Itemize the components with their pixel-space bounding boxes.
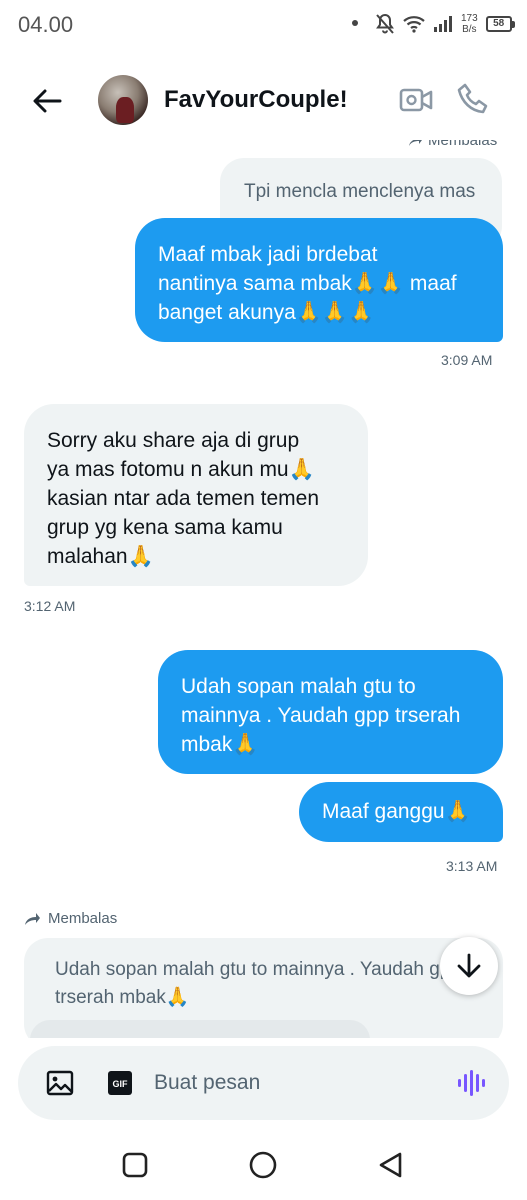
back-nav-icon[interactable] xyxy=(376,1150,406,1180)
conversation-header: FavYourCouple! xyxy=(0,60,527,140)
reply-indicator-label: Membalas xyxy=(48,910,118,927)
recent-apps-icon[interactable] xyxy=(120,1150,150,1180)
contact-name[interactable]: FavYourCouple! xyxy=(164,86,348,114)
gif-icon[interactable]: GIF xyxy=(107,1070,133,1096)
voice-message-icon[interactable] xyxy=(456,1068,486,1098)
message-bubble-received[interactable]: Sorry aku share aja di grup ya mas fotom… xyxy=(24,404,368,586)
message-text: Maaf ganggu🙏 xyxy=(322,800,471,823)
message-bubble-sent[interactable]: Maaf mbak jadi brdebat nantinya sama mba… xyxy=(135,218,503,342)
home-icon[interactable] xyxy=(248,1150,278,1180)
partial-message-bubble xyxy=(30,1020,370,1038)
message-text: Sorry aku share aja di grup ya mas fotom… xyxy=(47,429,319,568)
back-arrow-icon xyxy=(33,89,62,113)
signal-icon xyxy=(434,16,452,32)
arrow-down-icon xyxy=(457,953,481,978)
wifi-icon xyxy=(403,16,425,33)
reply-indicator-top: Membalas xyxy=(408,140,497,149)
message-timestamp: 3:13 AM xyxy=(446,858,498,874)
android-nav-bar xyxy=(0,1128,527,1200)
message-composer: GIF xyxy=(18,1046,509,1120)
network-speed: 173 B/s xyxy=(461,13,478,35)
back-button[interactable] xyxy=(28,82,66,120)
message-text: Udah sopan malah gtu to mainnya . Yaudah… xyxy=(181,675,461,756)
reply-indicator: Membalas xyxy=(24,910,117,927)
gif-label: GIF xyxy=(113,1079,129,1089)
network-speed-value: 173 xyxy=(461,13,478,24)
message-timestamp: 3:12 AM xyxy=(24,598,76,614)
mute-icon xyxy=(376,13,394,34)
avatar[interactable] xyxy=(98,75,148,125)
reply-indicator-label: Membalas xyxy=(428,140,498,149)
status-bar: 04.00 173 B/s 58 xyxy=(0,0,527,48)
scroll-to-bottom-button[interactable] xyxy=(440,937,498,995)
status-icons: 173 B/s 58 xyxy=(375,10,515,38)
reply-arrow-icon xyxy=(25,912,40,925)
message-timestamp: 3:09 AM xyxy=(441,352,493,368)
message-input[interactable] xyxy=(154,1068,434,1098)
phone-call-icon[interactable] xyxy=(456,82,490,116)
video-call-icon[interactable] xyxy=(398,84,434,116)
reply-arrow-icon xyxy=(409,140,422,146)
network-speed-unit: B/s xyxy=(462,24,477,35)
quoted-message-text: Udah sopan malah gtu to mainnya . Yaudah… xyxy=(55,959,461,1008)
message-text: Maaf mbak jadi brdebat nantinya sama mba… xyxy=(158,243,457,324)
message-list[interactable]: Membalas Tpi mencla menclenya mas Maaf m… xyxy=(0,140,527,1038)
quoted-message-text: Tpi mencla menclenya mas xyxy=(244,181,476,202)
status-time: 04.00 xyxy=(18,12,74,37)
message-bubble-sent[interactable]: Udah sopan malah gtu to mainnya . Yaudah… xyxy=(158,650,503,774)
image-icon[interactable] xyxy=(46,1070,74,1096)
battery-icon: 58 xyxy=(485,16,515,32)
notification-dot-icon xyxy=(352,20,358,26)
message-bubble-sent[interactable]: Maaf ganggu🙏 xyxy=(299,782,503,842)
